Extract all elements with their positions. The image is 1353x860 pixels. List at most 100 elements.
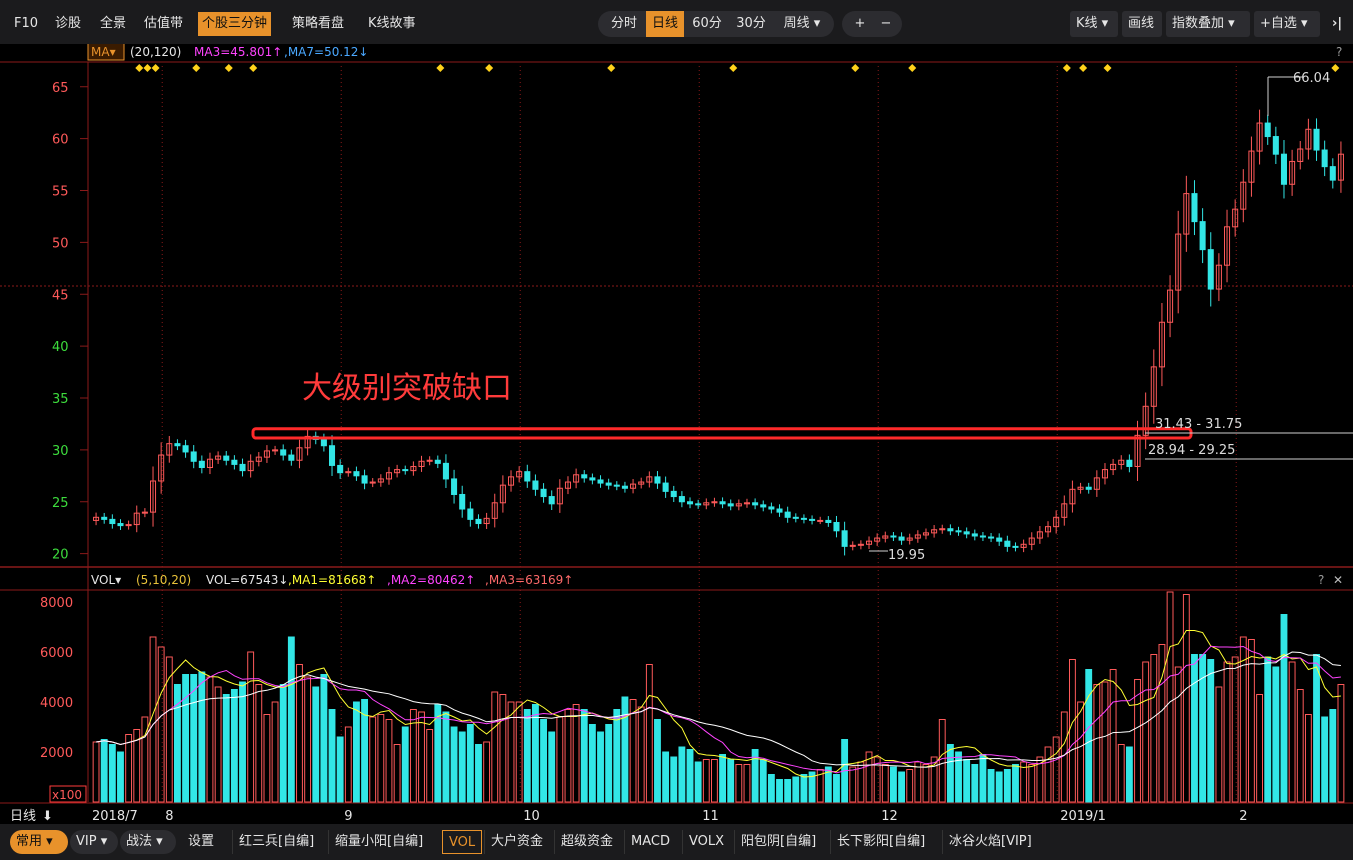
candle-body [174,443,181,447]
candle-body [809,518,816,521]
volume-bar [1069,659,1076,803]
volume-bar [686,749,694,803]
x-tick-label: 9 [344,809,352,824]
candle-body [670,490,677,498]
candle-body [540,488,547,498]
y-tick-label: 35 [52,392,69,407]
indicator-tab-9[interactable]: 冰谷火焰[VIP] [942,830,1038,854]
common-menu-button[interactable]: 常用 ▾ [10,830,68,854]
vol-help-icon[interactable]: ? [1318,573,1324,587]
period-tab-0[interactable]: 分时 [604,11,644,37]
vol-close-icon[interactable]: ✕ [1333,573,1343,587]
period-tab-1[interactable]: 日线 [646,11,684,37]
candle-body [817,519,824,522]
zoom-in-button[interactable]: + [848,11,872,37]
candle-body [1272,136,1279,155]
volume-bar [938,719,946,803]
volume-bar [1150,654,1158,803]
indicator-tab-0[interactable]: 红三兵[自编] [232,830,320,854]
top-nav-item-4[interactable]: 个股三分钟 [198,12,272,36]
volume-bar [1166,591,1174,803]
zoom-out-button[interactable]: − [874,11,898,37]
top-nav-item-3[interactable]: 估值带 [140,12,187,36]
candle-body [1321,149,1328,168]
period-tab-4[interactable]: 周线 ▾ [774,11,830,37]
volume-bar [108,744,116,803]
candle-body [280,449,287,456]
indicator-tab-2[interactable]: VOL [442,830,483,854]
vol-params: (5,10,20) [136,573,191,587]
top-right-button-1[interactable]: 画线 [1122,11,1162,37]
vol-ma3-value: ,MA3=63169↑ [485,573,573,587]
period-label: 日线 [10,809,36,824]
indicator-tab-3[interactable]: 大户资金 [484,830,549,854]
candle-body [459,493,466,510]
indicator-tab-5[interactable]: MACD [624,830,676,854]
candle-body [190,451,197,462]
top-right-button-0[interactable]: K线 ▾ [1070,11,1118,37]
volume-bar [450,726,458,803]
top-right-button-2[interactable]: 指数叠加 ▾ [1166,11,1250,37]
top-nav-item-2[interactable]: 全景 [96,12,130,36]
period-arrow-icon[interactable]: ⬇ [42,809,53,824]
candle-body [1191,193,1198,223]
signal-diamond [249,64,258,72]
candle-body [589,477,596,481]
candle-body [1126,459,1133,467]
top-toolbar: F10 诊股 全景 估值带 个股三分钟 策略看盘 K线故事 分时 日线 60分 30分 周线 ▾ +… [0,0,1353,44]
indicator-tab-1[interactable]: 缩量小阳[自编] [328,830,429,854]
volume-bar [743,764,751,803]
volume-bar [1052,736,1060,803]
candle-body [621,485,628,489]
main-y-axis: 65 60 55 50 45 40 35 30 25 20 [52,81,88,563]
indicator-tab-7[interactable]: 阳包阴[自编] [734,830,822,854]
volume-bar [833,774,840,803]
candlesticks [93,109,1344,556]
main-help-icon[interactable]: ? [1336,45,1342,59]
top-nav-item-1[interactable]: 诊股 [51,12,85,36]
volume-bar [1223,661,1231,803]
candle-body [231,459,238,465]
candle-body [792,516,799,519]
volume-bar [1117,744,1125,803]
volume-bar [247,651,255,803]
indicator-tab-6[interactable]: VOLX [682,830,730,854]
volume-bar [239,681,246,803]
volume-bar [117,751,124,803]
volume-bar [344,726,352,803]
stock-chart: MA▾ (20,120) MA3=45.801↑ ,MA7=50.12↓ ? 6… [0,44,1353,824]
volume-bar [629,699,637,803]
top-nav-item-0[interactable]: F10 [10,12,42,36]
indicator-tab-4[interactable]: 超级资金 [554,830,619,854]
volume-bar [214,686,222,803]
volume-bar [556,716,564,803]
period-tab-3[interactable]: 30分 [730,11,772,37]
volume-bar [800,774,808,803]
top-right-button-3[interactable]: +自选 ▾ [1254,11,1320,37]
strategy-menu-button[interactable]: 战法 ▾ [120,830,176,854]
candle-body [768,506,775,510]
indicator-tab-8[interactable]: 长下影阳[自编] [830,830,931,854]
candle-body [109,518,116,525]
vol-indicator-button[interactable]: VOL▾ [91,573,121,587]
collapse-right-icon[interactable]: ›| [1326,11,1350,37]
volume-bar [1134,679,1141,803]
period-tab-2[interactable]: 60分 [686,11,728,37]
volume-bar [971,764,979,803]
vip-menu-button[interactable]: VIP ▾ [70,830,118,854]
top-nav-item-5[interactable]: 策略看盘 [288,12,348,36]
volume-bar [694,761,702,803]
x-tick-label: 8 [165,809,173,824]
candle-body [678,496,685,503]
volume-bar [1174,666,1182,803]
volume-bar [1044,746,1052,803]
candle-body [1012,545,1019,548]
settings-button[interactable]: 设置 [182,830,220,854]
bottom-toolbar: 常用 ▾ VIP ▾ 战法 ▾ 设置 红三兵[自编] 缩量小阳[自编] VOL 大户资… [0,824,1353,860]
top-nav-item-6[interactable]: K线故事 [364,12,420,36]
volume-bar [532,704,539,803]
candle-body [1264,122,1271,138]
vol-tick-label: 6000 [40,646,73,661]
vol-value: VOL=67543↓ [206,573,288,587]
volume-y-axis: 8000 6000 4000 2000 [40,596,73,761]
